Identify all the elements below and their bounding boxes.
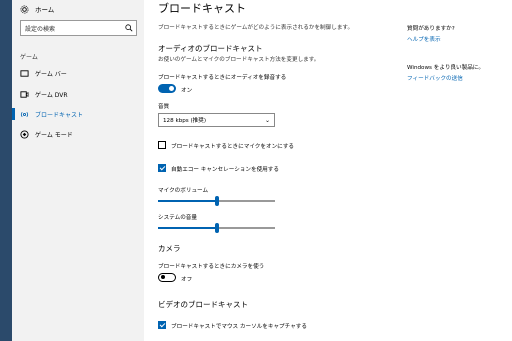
game-bar-icon xyxy=(20,69,29,78)
search-input[interactable]: 設定の検索 xyxy=(20,20,137,36)
help-link[interactable]: ヘルプを表示 xyxy=(407,35,441,43)
camera-toggle[interactable] xyxy=(158,273,176,282)
taskbar-edge xyxy=(0,0,12,341)
page-description: ブロードキャストするときにゲームがどのように表示されるかを制御します。 xyxy=(158,25,354,31)
record-audio-state: オン xyxy=(181,88,193,94)
toggle-knob xyxy=(161,275,165,280)
sidebar-section-label: ゲーム xyxy=(20,54,38,61)
capture-cursor-checkbox[interactable] xyxy=(158,321,166,329)
quality-label: 音質 xyxy=(158,104,170,110)
slider-thumb[interactable] xyxy=(215,196,219,206)
slider-thumb[interactable] xyxy=(215,223,219,233)
mic-on-label: ブロードキャストするときにマイクをオンにする xyxy=(171,144,295,150)
mic-on-checkbox[interactable] xyxy=(158,141,166,149)
mic-volume-slider[interactable] xyxy=(158,196,275,206)
sidebar-item-label: ゲーム DVR xyxy=(35,91,68,99)
mic-volume-label: マイクのボリューム xyxy=(158,188,209,194)
sidebar-item-game-bar[interactable]: ゲーム バー xyxy=(20,67,67,79)
slider-fill xyxy=(158,200,217,202)
system-volume-label: システムの音量 xyxy=(158,215,197,221)
broadcast-icon xyxy=(20,110,29,119)
sidebar-item-game-mode[interactable]: ゲーム モード xyxy=(20,128,73,140)
camera-toggle-label: ブロードキャストするときにカメラを使う xyxy=(158,264,265,270)
sidebar-item-game-dvr[interactable]: ゲーム DVR xyxy=(20,88,68,100)
slider-fill xyxy=(158,227,217,229)
video-heading: ビデオのブロードキャスト xyxy=(158,300,248,309)
sidebar-item-broadcast[interactable]: ブロードキャスト xyxy=(20,108,83,120)
echo-cancel-checkbox[interactable] xyxy=(158,164,166,172)
question-text: 質問がありますか? xyxy=(407,26,455,32)
quality-value: 128 kbps (推奨) xyxy=(163,118,207,124)
quality-select[interactable]: 128 kbps (推奨) ⌄ xyxy=(158,113,275,127)
toggle-knob xyxy=(169,86,174,91)
sidebar-home-label: ホーム xyxy=(35,6,55,14)
page-title: ブロードキャスト xyxy=(158,2,246,15)
record-audio-toggle[interactable] xyxy=(158,84,176,93)
record-audio-label: ブロードキャストするときにオーディオを録音する xyxy=(158,75,287,81)
sidebar: ホーム 設定の検索 ゲーム ゲーム バー ゲーム DVR ブロードキャスト ゲー… xyxy=(12,0,144,341)
capture-cursor-label: ブロードキャストでマウス カーソルをキャプチャする xyxy=(171,324,307,330)
audio-heading: オーディオのブロードキャスト xyxy=(158,44,263,53)
camera-heading: カメラ xyxy=(158,244,181,253)
sidebar-item-label: ゲーム バー xyxy=(35,70,67,78)
audio-description: お使いのゲームとマイクのブロードキャスト方法を変更します。 xyxy=(158,57,320,63)
sidebar-item-label: ブロードキャスト xyxy=(35,111,84,119)
chevron-down-icon: ⌄ xyxy=(264,117,270,124)
search-icon xyxy=(125,24,133,34)
game-mode-icon xyxy=(20,129,29,139)
camera-toggle-state: オフ xyxy=(181,277,193,283)
gear-icon xyxy=(20,5,29,14)
feedback-link[interactable]: フィードバックの送信 xyxy=(407,74,463,82)
search-placeholder: 設定の検索 xyxy=(25,25,56,33)
system-volume-slider[interactable] xyxy=(158,223,275,233)
echo-cancel-label: 自動エコー キャンセレーションを使用する xyxy=(171,167,279,173)
sidebar-item-label: ゲーム モード xyxy=(35,131,73,139)
selected-indicator xyxy=(12,108,15,120)
sidebar-home[interactable]: ホーム xyxy=(20,3,54,15)
improve-text: Windows をより良い製品に。 xyxy=(407,65,484,71)
game-dvr-icon xyxy=(20,90,29,99)
